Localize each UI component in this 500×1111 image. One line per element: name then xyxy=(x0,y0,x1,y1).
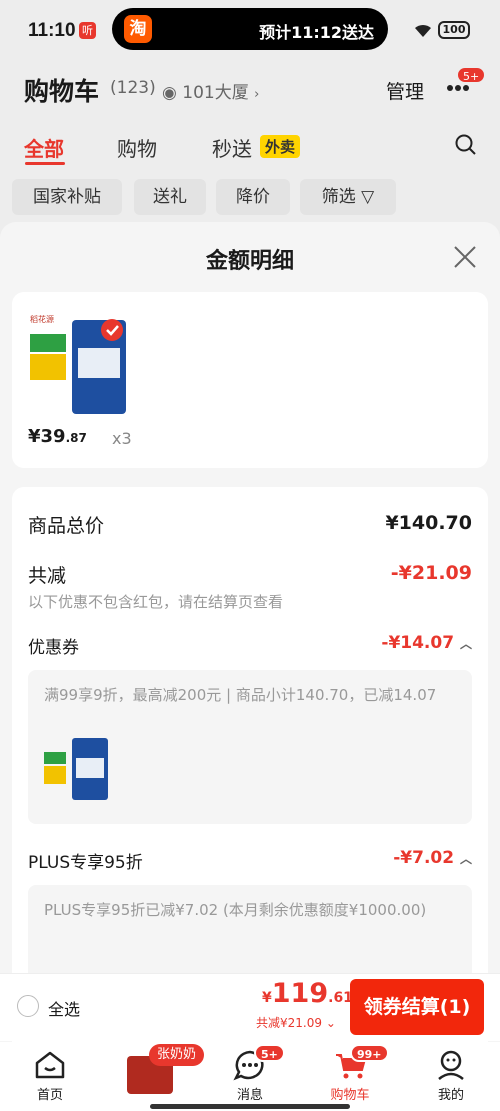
promo-badge: 张奶奶 xyxy=(149,1044,205,1066)
search-icon[interactable] xyxy=(455,134,477,156)
plus-label: PLUS专享95折 xyxy=(28,853,143,873)
quantity: x3 xyxy=(112,429,132,448)
total-value: ¥140.70 xyxy=(385,512,472,534)
chip-gift[interactable]: 送礼 xyxy=(134,179,206,215)
coupon-product-thumb xyxy=(44,738,108,800)
checkout-button[interactable]: 领券结算(1) xyxy=(350,979,484,1035)
nav-msg-label[interactable]: 消息 xyxy=(220,1084,280,1103)
coupon-value-toggle[interactable]: -¥14.07 ︿ xyxy=(381,633,472,653)
address-label: 101大厦 xyxy=(182,83,249,103)
status-app-badge: 听 xyxy=(79,22,96,39)
currency-symbol: ¥ xyxy=(262,990,272,1006)
chip-national-subsidy[interactable]: 国家补贴 xyxy=(12,179,122,215)
coupon-detail: 满99享9折，最高减200元 | 商品小计140.70，已减14.07 xyxy=(44,686,437,704)
plus-value-toggle[interactable]: -¥7.02 ︿ xyxy=(393,848,472,868)
status-bar: 11:10 听 淘 预计11:12送达 100 xyxy=(0,0,500,60)
chevron-right-icon: › xyxy=(254,87,260,102)
page-title: 购物车 xyxy=(24,77,100,106)
taobao-icon: 淘 xyxy=(124,15,152,43)
cart-badge: 99+ xyxy=(350,1044,389,1062)
select-all-radio[interactable] xyxy=(17,995,39,1017)
tab-active-indicator xyxy=(25,162,65,165)
msg-badge: 5+ xyxy=(254,1044,285,1062)
manage-button[interactable]: 管理 xyxy=(386,77,424,104)
chip-price-drop[interactable]: 降价 xyxy=(216,179,290,215)
tab-shopping[interactable]: 购物 xyxy=(117,133,157,162)
nav-me-label[interactable]: 我的 xyxy=(421,1084,481,1103)
delivery-eta: 预计11:12送达 xyxy=(259,23,374,42)
plus-detail: PLUS专享95折已减¥7.02 (本月剩余优惠额度¥1000.00) xyxy=(44,901,427,919)
nav-cart-label[interactable]: 购物车 xyxy=(320,1084,380,1103)
sheet-title: 金额明细 xyxy=(205,249,294,274)
chip-filter-label: 筛选 xyxy=(321,187,356,207)
coupon-label: 优惠券 xyxy=(28,638,79,658)
unit-price-int: ¥39 xyxy=(28,426,66,447)
checkout-total: ¥119.61 xyxy=(262,978,353,1009)
clock: 11:10 xyxy=(28,20,76,41)
chevron-up-icon: ︿ xyxy=(459,637,472,651)
battery-icon: 100 xyxy=(438,21,470,39)
more-badge: 5+ xyxy=(456,66,487,84)
chevron-up-icon: ︿ xyxy=(459,852,472,866)
address-selector[interactable]: ◉ 101大厦 › xyxy=(162,78,259,103)
wifi-icon xyxy=(415,24,431,37)
filter-icon: ▽ xyxy=(361,187,375,207)
plus-value: -¥7.02 xyxy=(393,848,455,868)
product-brand: 稻花源 xyxy=(30,314,54,324)
reduce-note: 以下优惠不包含红包，请在结算页查看 xyxy=(28,593,284,611)
eye-icon: ◉ xyxy=(162,83,177,103)
profile-icon[interactable] xyxy=(436,1049,466,1081)
home-icon[interactable] xyxy=(34,1050,66,1080)
tab-all[interactable]: 全部 xyxy=(24,133,64,162)
checkout-discount-toggle[interactable]: 共减¥21.09 ⌄ xyxy=(256,1014,336,1031)
unit-price: ¥39.87 xyxy=(28,426,87,447)
reduce-value: -¥21.09 xyxy=(390,562,472,584)
rice-product-image[interactable]: 稻花源 xyxy=(28,312,134,414)
close-icon[interactable] xyxy=(452,244,478,270)
coupon-value: -¥14.07 xyxy=(381,633,455,653)
reduce-label: 共减 xyxy=(28,565,67,587)
chevron-down-icon: ⌄ xyxy=(325,1016,336,1030)
dynamic-island[interactable]: 淘 预计11:12送达 xyxy=(112,8,388,50)
home-indicator[interactable] xyxy=(150,1104,350,1109)
chip-filter[interactable]: 筛选 ▽ xyxy=(300,179,396,215)
total-label: 商品总价 xyxy=(28,515,105,537)
checkout-discount: 共减¥21.09 xyxy=(256,1016,322,1030)
select-all-label[interactable]: 全选 xyxy=(48,996,80,1020)
unit-price-dec: .87 xyxy=(65,431,87,445)
total-int: 119 xyxy=(271,978,329,1009)
nav-home-label[interactable]: 首页 xyxy=(20,1084,80,1103)
takeout-tag: 外卖 xyxy=(260,135,301,158)
tab-flash-delivery[interactable]: 秒送 xyxy=(212,133,252,162)
cart-count: (123) xyxy=(110,78,156,98)
